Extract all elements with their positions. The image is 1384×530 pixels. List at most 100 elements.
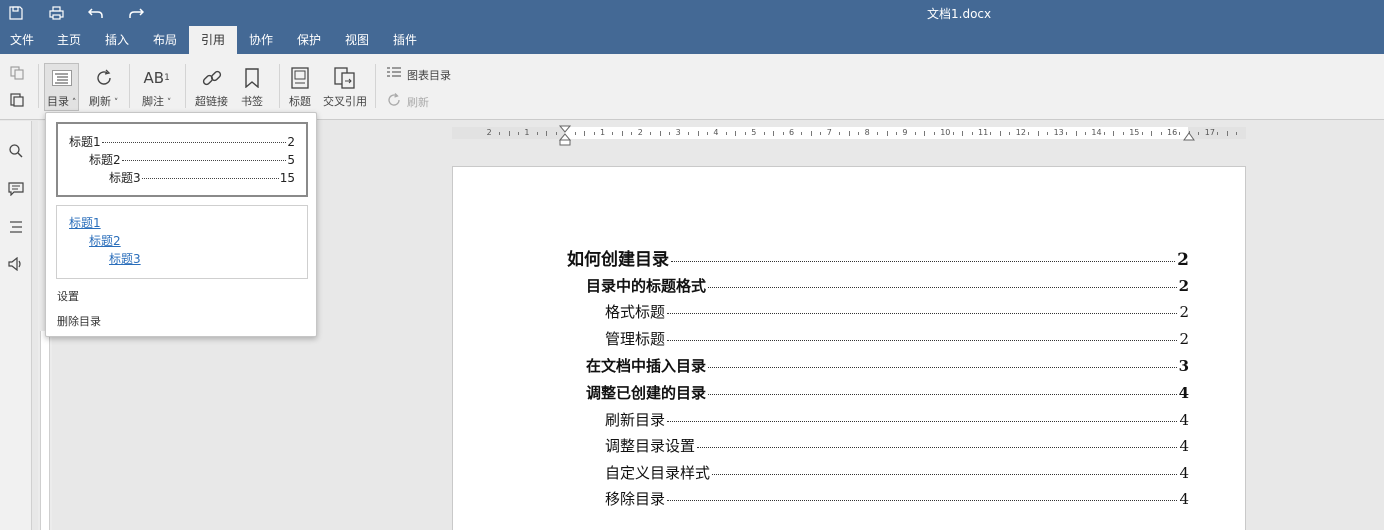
- toc-entry[interactable]: 调整已创建的目录 4: [586, 382, 1189, 403]
- hyperlink-button[interactable]: 超链接: [195, 66, 228, 109]
- ruler-tick: [1009, 132, 1011, 135]
- ruler-tick: [971, 132, 973, 135]
- ruler-tick: [1037, 131, 1039, 136]
- save-icon[interactable]: [7, 4, 25, 22]
- tab-file[interactable]: 文件: [2, 26, 42, 54]
- right-indent-marker[interactable]: [1183, 130, 1195, 144]
- ruler-number: 13: [1053, 128, 1064, 137]
- ruler-number: 15: [1129, 128, 1140, 137]
- paste-icon[interactable]: [10, 92, 24, 110]
- refresh-button[interactable]: 刷新 ˅: [89, 66, 118, 109]
- ruler-number: 6: [789, 128, 795, 137]
- toc-entry-text: 目录中的标题格式: [586, 277, 707, 295]
- toc-icon: [50, 66, 74, 90]
- refresh-icon: [92, 66, 116, 90]
- bookmark-button[interactable]: 书签: [240, 66, 264, 109]
- redo-icon[interactable]: [127, 4, 145, 22]
- ruler-tick: [1226, 131, 1228, 136]
- cross-reference-button[interactable]: 交叉引用: [323, 66, 367, 109]
- tab-insert[interactable]: 插入: [97, 26, 137, 54]
- tab-plugins[interactable]: 插件: [385, 26, 425, 54]
- refresh-figures-button[interactable]: 刷新: [386, 92, 429, 111]
- first-line-indent-marker[interactable]: [558, 125, 572, 150]
- ruler-tick: [763, 132, 765, 135]
- toc-entry-page: 3: [1178, 357, 1189, 375]
- ruler-tick: [584, 131, 586, 136]
- ruler-tick: [1160, 132, 1162, 135]
- toc-preview-line: 标题1 2: [69, 133, 295, 150]
- ruler-tick: [735, 131, 737, 136]
- ruler-number: 2: [486, 128, 492, 137]
- bookmark-icon: [240, 66, 264, 90]
- toc-entry-page: 4: [1179, 464, 1189, 482]
- ruler-tick: [999, 131, 1001, 136]
- toc-style-option-2[interactable]: 标题1 标题2 标题3: [56, 205, 308, 279]
- toc-entry[interactable]: 刷新目录 4: [605, 409, 1189, 430]
- ruler-number: 5: [751, 128, 757, 137]
- ruler-number: 12: [1015, 128, 1026, 137]
- undo-icon[interactable]: [87, 4, 105, 22]
- ruler-tick: [517, 132, 519, 135]
- tab-view[interactable]: 视图: [337, 26, 377, 54]
- toc-entry-text: 在文档中插入目录: [586, 357, 707, 375]
- ruler-tick: [895, 132, 897, 135]
- toc-preview-text: 标题3: [109, 171, 141, 185]
- toc-preview-link: 标题2: [89, 234, 121, 248]
- tab-collaboration[interactable]: 协作: [241, 26, 281, 54]
- ruler-number: 8: [864, 128, 870, 137]
- toc-entry[interactable]: 移除目录 4: [605, 488, 1189, 509]
- ruler-tick: [1198, 132, 1200, 135]
- toc-settings-menu-item[interactable]: 设置: [57, 288, 79, 304]
- footnote-button[interactable]: AB 1 脚注 ˅: [142, 66, 171, 109]
- toc-leader-dots: [708, 287, 1177, 288]
- toc-entry[interactable]: 调整目录设置 4: [605, 435, 1189, 456]
- document-page[interactable]: 如何创建目录 2 目录中的标题格式 2 格式标题 2 管理标题 2 在文档中插入目录 3 调整已创建…: [452, 166, 1246, 530]
- ruler-tick: [990, 132, 992, 135]
- toc-entry[interactable]: 管理标题 2: [605, 328, 1189, 349]
- toc-entry-page: 4: [1179, 490, 1189, 508]
- chevron-down-icon: ˅: [164, 98, 172, 108]
- tab-home[interactable]: 主页: [49, 26, 89, 54]
- link-icon: [200, 66, 224, 90]
- ruler-tick: [508, 131, 510, 136]
- horizontal-ruler[interactable]: 2 1 1 2 3 4 5 6 7 8 9 10 11 12 13 14 15 16 17: [452, 127, 1246, 139]
- toc-entry[interactable]: 如何创建目录 2: [567, 245, 1189, 270]
- caption-icon: [288, 66, 312, 90]
- speaker-icon[interactable]: [7, 255, 25, 273]
- ruler-tick: [914, 132, 916, 135]
- print-icon[interactable]: [47, 4, 65, 22]
- tab-references[interactable]: 引用: [189, 26, 237, 54]
- vertical-ruler-strip: [40, 331, 50, 530]
- copy-icon[interactable]: [10, 66, 24, 83]
- ruler-tick: [1084, 132, 1086, 135]
- navigation-icon[interactable]: [7, 218, 25, 236]
- ruler-tick: [593, 132, 595, 135]
- toc-entry[interactable]: 目录中的标题格式 2: [586, 275, 1189, 296]
- toc-leader-dots: [667, 340, 1178, 341]
- ruler-tick: [962, 131, 964, 136]
- toc-style-option-1[interactable]: 标题1 2 标题2 5 标题3 15: [56, 122, 308, 197]
- ruler-number: 4: [713, 128, 719, 137]
- ruler-tick: [924, 131, 926, 136]
- toc-entry[interactable]: 自定义目录样式 4: [605, 462, 1189, 483]
- table-of-figures-icon: [386, 66, 402, 83]
- tab-protection[interactable]: 保护: [289, 26, 329, 54]
- search-icon[interactable]: [7, 142, 25, 160]
- table-of-contents-button[interactable]: 目录 ˄: [44, 63, 80, 111]
- toc-dropdown-menu: 标题1 2 标题2 5 标题3 15 标题1 标题2 标题3 设置 删除目录: [45, 112, 317, 337]
- ruler-tick: [1113, 131, 1115, 136]
- cross-reference-icon: [333, 66, 357, 90]
- delete-toc-menu-item[interactable]: 删除目录: [57, 313, 101, 329]
- tab-layout[interactable]: 布局: [145, 26, 185, 54]
- caption-label: 标题: [289, 95, 311, 108]
- toc-entry[interactable]: 格式标题 2: [605, 301, 1189, 322]
- toc-entry[interactable]: 在文档中插入目录 3: [586, 355, 1189, 376]
- ribbon-tab-bar: 文件 主页 插入 布局 引用 协作 保护 视图 插件: [0, 26, 1384, 54]
- toc-entry-text: 调整已创建的目录: [586, 384, 707, 402]
- comment-icon[interactable]: [7, 180, 25, 198]
- caption-button[interactable]: 标题: [288, 66, 312, 109]
- toc-preview-page: 5: [287, 153, 295, 167]
- toolbar-separator: [38, 64, 39, 108]
- toc-entry-text: 刷新目录: [605, 411, 666, 429]
- table-of-figures-button[interactable]: 图表目录: [386, 66, 451, 83]
